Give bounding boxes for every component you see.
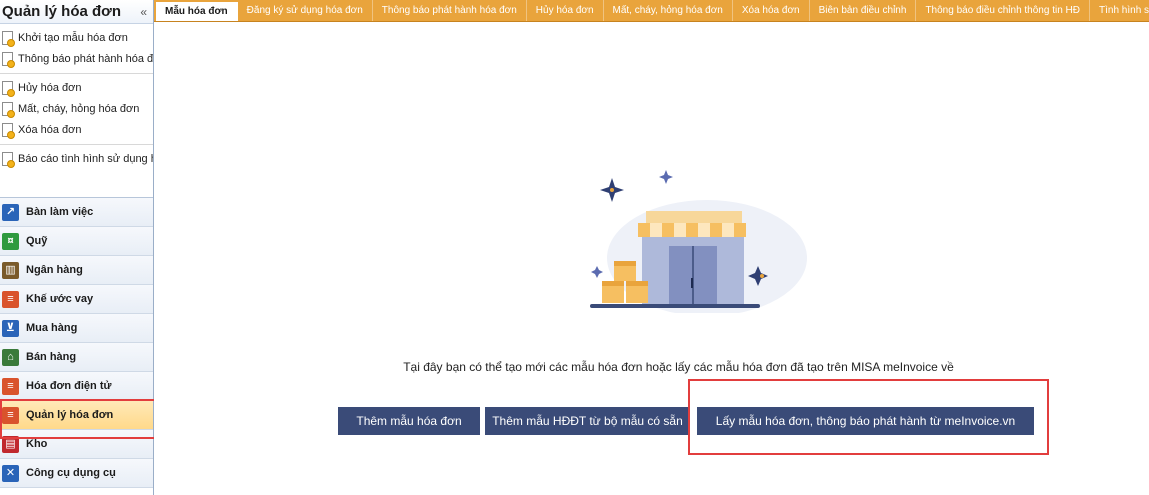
einvoice-icon: ≡ (2, 377, 19, 395)
module-bank[interactable]: ▥ Ngân hàng (0, 256, 153, 285)
sidebar-header: Quản lý hóa đơn « (0, 0, 153, 24)
add-from-template-set-button[interactable]: Thêm mẫu HĐĐT từ bộ mẫu có sẵn (485, 407, 690, 435)
tab-release-notice[interactable]: Thông báo phát hành hóa đơn (373, 0, 527, 21)
module-label: Ngân hàng (26, 264, 83, 276)
info-message: Tại đây bạn có thể tạo mới các mẫu hóa đ… (154, 360, 1149, 374)
module-label: Khế ước vay (26, 293, 94, 305)
add-template-button[interactable]: Thêm mẫu hóa đơn (338, 407, 480, 435)
module-warehouse[interactable]: ▤ Kho (0, 430, 153, 459)
document-icon (2, 101, 15, 118)
module-list: ↗ Bàn làm việc ¤ Quỹ ▥ Ngân hàng ≡ Khế ước v… (0, 197, 153, 488)
main-content: Tại đây bạn có thể tạo mới các mẫu hóa đ… (154, 23, 1149, 495)
cart-icon: ⊻ (2, 319, 19, 337)
module-label: Bán hàng (26, 351, 77, 363)
module-label: Bàn làm việc (26, 206, 94, 218)
module-label: Quản lý hóa đơn (26, 409, 114, 421)
contract-icon: ≡ (2, 290, 19, 308)
fetch-from-meinvoice-button[interactable]: Lấy mẫu hóa đơn, thông báo phát hành từ … (697, 407, 1034, 435)
tab-usage-status[interactable]: Tình hình sử dụng (1090, 0, 1149, 21)
task-lost-invoice[interactable]: Mất, cháy, hỏng hóa đơn (0, 98, 153, 119)
document-icon (2, 122, 15, 139)
module-sales[interactable]: ⌂ Bán hàng (0, 343, 153, 372)
invoice-icon: ≡ (2, 406, 19, 424)
tab-adjustment-record[interactable]: Biên bản điều chỉnh (810, 0, 917, 21)
bank-icon: ▥ (2, 261, 19, 279)
shop-icon: ⌂ (2, 348, 19, 366)
module-einvoice[interactable]: ≡ Hóa đơn điện tử (0, 372, 153, 401)
task-label: Báo cáo tình hình sử dụng h... (18, 152, 153, 165)
module-cash[interactable]: ¤ Quỹ (0, 227, 153, 256)
warehouse-icon: ▤ (2, 435, 19, 453)
document-icon (2, 30, 15, 47)
task-group-cancel: Hủy hóa đơn Mất, cháy, hỏng hóa đơn Xóa … (0, 74, 153, 145)
module-label: Kho (26, 438, 48, 450)
task-create-template[interactable]: Khởi tạo mẫu hóa đơn (0, 27, 153, 48)
tab-delete-invoice[interactable]: Xóa hóa đơn (733, 0, 810, 21)
module-invoice-management[interactable]: ≡ Quản lý hóa đơn (0, 401, 153, 430)
task-group-templates: Khởi tạo mẫu hóa đơn Thông báo phát hành… (0, 24, 153, 74)
module-label: Hóa đơn điện tử (26, 380, 112, 392)
tab-register-usage[interactable]: Đăng ký sử dụng hóa đơn (238, 0, 373, 21)
tab-cancel-invoice[interactable]: Hủy hóa đơn (527, 0, 604, 21)
task-label: Xóa hóa đơn (18, 123, 82, 136)
task-label: Khởi tạo mẫu hóa đơn (18, 31, 128, 44)
module-desk[interactable]: ↗ Bàn làm việc (0, 198, 153, 227)
module-purchase[interactable]: ⊻ Mua hàng (0, 314, 153, 343)
task-label: Thông báo phát hành hóa đ... (18, 52, 153, 65)
task-delete-invoice[interactable]: Xóa hóa đơn (0, 119, 153, 140)
document-icon (2, 80, 15, 97)
task-label: Mất, cháy, hỏng hóa đơn (18, 102, 140, 115)
empty-store-illustration (590, 170, 807, 313)
tab-invoice-template[interactable]: Mẫu hóa đơn (156, 2, 238, 21)
task-label: Hủy hóa đơn (18, 81, 82, 94)
module-tools[interactable]: ✕ Công cụ dụng cụ (0, 459, 153, 488)
tab-bar: Mẫu hóa đơn Đăng ký sử dụng hóa đơn Thôn… (154, 0, 1149, 22)
sidebar: Quản lý hóa đơn « Khởi tạo mẫu hóa đơn T… (0, 0, 154, 495)
tab-adjustment-notice[interactable]: Thông báo điều chỉnh thông tin HĐ (916, 0, 1090, 21)
chart-icon: ↗ (2, 203, 19, 221)
cash-icon: ¤ (2, 232, 19, 250)
tab-lost-invoice[interactable]: Mất, cháy, hỏng hóa đơn (604, 0, 733, 21)
task-cancel-invoice[interactable]: Hủy hóa đơn (0, 77, 153, 98)
sidebar-title: Quản lý hóa đơn (2, 3, 122, 20)
module-label: Mua hàng (26, 322, 78, 334)
info-message-text: Tại đây bạn có thể tạo mới các mẫu hóa đ… (403, 360, 954, 374)
collapse-icon[interactable]: « (140, 5, 147, 19)
task-usage-report[interactable]: Báo cáo tình hình sử dụng h... (0, 148, 153, 169)
module-loan[interactable]: ≡ Khế ước vay (0, 285, 153, 314)
module-label: Quỹ (26, 235, 48, 247)
tools-icon: ✕ (2, 464, 19, 482)
document-icon (2, 151, 15, 168)
document-icon (2, 51, 15, 68)
module-label: Công cụ dụng cụ (26, 467, 116, 479)
task-release-notice[interactable]: Thông báo phát hành hóa đ... (0, 48, 153, 69)
task-group-report: Báo cáo tình hình sử dụng h... (0, 145, 153, 173)
